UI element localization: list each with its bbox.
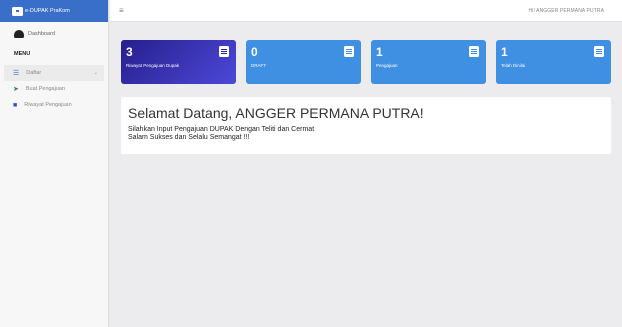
card-count: 1: [376, 45, 383, 59]
brand-name: e-DUPAK PraKom: [25, 8, 70, 14]
list-icon: ☰: [13, 69, 20, 77]
welcome-title: Selamat Datang, ANGGER PERMANA PUTRA!: [128, 105, 424, 121]
sidebar-item-label: Riwayat Pengajuan: [24, 102, 72, 108]
card-telah-dinilai[interactable]: 1 Telah Dinilai: [496, 40, 611, 84]
card-caption: Riwayat Pengajuan Dupak: [126, 63, 180, 68]
sidebar-item-buat-pengajuan[interactable]: ➤ Buat Pengajuan: [0, 81, 108, 97]
sidebar-item-dashboard[interactable]: Dashboard: [0, 25, 108, 43]
card-draft[interactable]: 0 DRAFT: [246, 40, 361, 84]
sidebar-group-label: Daftar: [26, 70, 42, 76]
brand[interactable]: e-DUPAK PraKom: [0, 0, 108, 22]
card-caption: Pengajuan: [376, 63, 398, 68]
user-greeting[interactable]: Hi! ANGGER PERMANA PUTRA: [529, 8, 604, 14]
welcome-panel: Selamat Datang, ANGGER PERMANA PUTRA! Si…: [121, 97, 611, 154]
list-alt-icon: [219, 46, 229, 57]
stat-cards: 3 Riwayat Pengajuan Dupak 0 DRAFT 1 Peng…: [121, 40, 611, 84]
sidebar-item-label: Buat Pengajuan: [25, 86, 66, 92]
sidebar: e-DUPAK PraKom Dashboard MENU ☰ Daftar ⌄…: [0, 0, 109, 327]
card-riwayat-pengajuan[interactable]: 3 Riwayat Pengajuan Dupak: [121, 40, 236, 84]
hamburger-menu-icon[interactable]: ≡: [119, 6, 124, 15]
top-navbar: ≡ Hi! ANGGER PERMANA PUTRA: [110, 0, 622, 22]
sidebar-group-daftar[interactable]: ☰ Daftar ⌄: [4, 65, 104, 81]
welcome-line-1: Silahkan Input Pengajuan DUPAK Dengan Te…: [128, 126, 315, 133]
clipboard-check-icon: [594, 46, 604, 57]
send-icon: ➤: [13, 85, 19, 93]
clipboard-icon: [344, 46, 354, 57]
folder-icon: ■: [13, 101, 18, 109]
sidebar-item-label: Dashboard: [28, 31, 55, 37]
card-count: 1: [501, 45, 508, 59]
briefcase-icon: [12, 6, 23, 16]
card-count: 0: [251, 45, 258, 59]
dashboard-icon: [14, 30, 24, 38]
card-count: 3: [126, 45, 133, 59]
chevron-down-icon: ⌄: [93, 70, 98, 76]
card-caption: Telah Dinilai: [501, 63, 526, 68]
menu-heading: MENU: [14, 51, 31, 57]
card-pengajuan[interactable]: 1 Pengajuan: [371, 40, 486, 84]
sidebar-item-riwayat-pengajuan[interactable]: ■ Riwayat Pengajuan: [0, 97, 108, 113]
welcome-line-2: Salam Sukses dan Selalu Semangat !!!: [128, 134, 250, 141]
clipboard-icon: [469, 46, 479, 57]
card-caption: DRAFT: [251, 63, 266, 68]
